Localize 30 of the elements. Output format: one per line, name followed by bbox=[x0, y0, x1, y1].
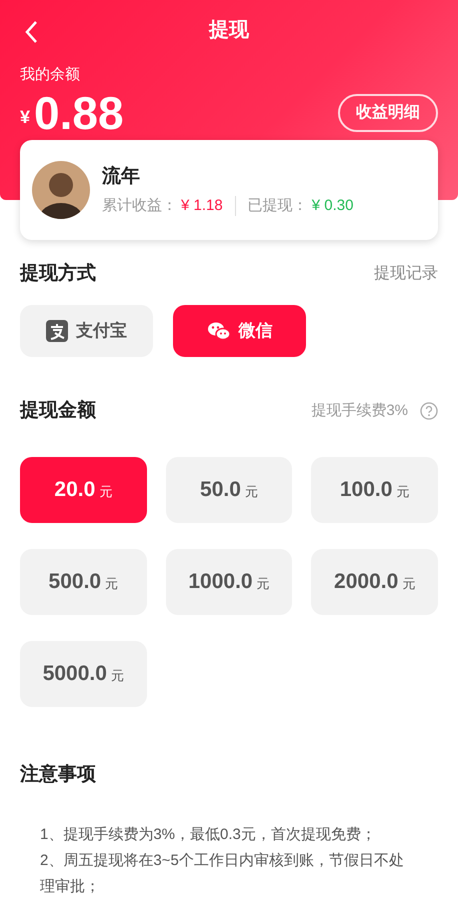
help-icon[interactable] bbox=[420, 402, 438, 420]
back-icon bbox=[24, 20, 38, 44]
page-title: 提现 bbox=[209, 18, 249, 43]
section-title: 提现金额 bbox=[20, 398, 96, 422]
user-name: 流年 bbox=[102, 164, 140, 188]
amount-option[interactable]: 5000.0 元 bbox=[20, 641, 147, 707]
currency-symbol: ¥ bbox=[20, 106, 30, 128]
amount-option[interactable]: 20.0 元 bbox=[20, 457, 147, 523]
section-title: 注意事项 bbox=[20, 762, 96, 787]
amount-option[interactable]: 1000.0 元 bbox=[166, 549, 292, 615]
payment-method-tab[interactable]: 微信 bbox=[173, 304, 306, 356]
amount-option[interactable]: 2000.0 元 bbox=[311, 549, 438, 615]
withdrawn-amount: ¥ 0.30 bbox=[312, 196, 354, 216]
chat-bubbles-icon bbox=[206, 320, 230, 340]
payment-method-tab[interactable]: 支付宝 bbox=[20, 304, 153, 356]
amount-option[interactable]: 50.0 元 bbox=[166, 457, 292, 523]
fee-note: 提现手续费3% bbox=[311, 400, 408, 420]
amount-option[interactable]: 100.0 元 bbox=[311, 457, 438, 523]
withdrawn-label: 已提现： bbox=[248, 196, 308, 216]
withdraw-history-link[interactable]: 提现记录 bbox=[374, 262, 438, 286]
alipay-icon bbox=[46, 320, 68, 342]
amount-option[interactable]: 500.0 元 bbox=[20, 549, 147, 615]
note-text: 2、周五提现将在3~5个工作日内审核到账，节假日不处理审批； bbox=[40, 850, 405, 896]
total-earnings: ¥ 1.18 bbox=[181, 196, 223, 216]
balance-amount: 0.88 bbox=[34, 86, 124, 138]
section-title: 提现方式 bbox=[20, 262, 96, 286]
total-earnings-label: 累计收益： bbox=[102, 196, 177, 216]
balance-label: 我的余额 bbox=[20, 65, 80, 85]
note-text: 1、提现手续费为3%，最低0.3元，首次提现免费； bbox=[40, 824, 377, 844]
details-button[interactable]: 收益明细 bbox=[338, 94, 438, 132]
